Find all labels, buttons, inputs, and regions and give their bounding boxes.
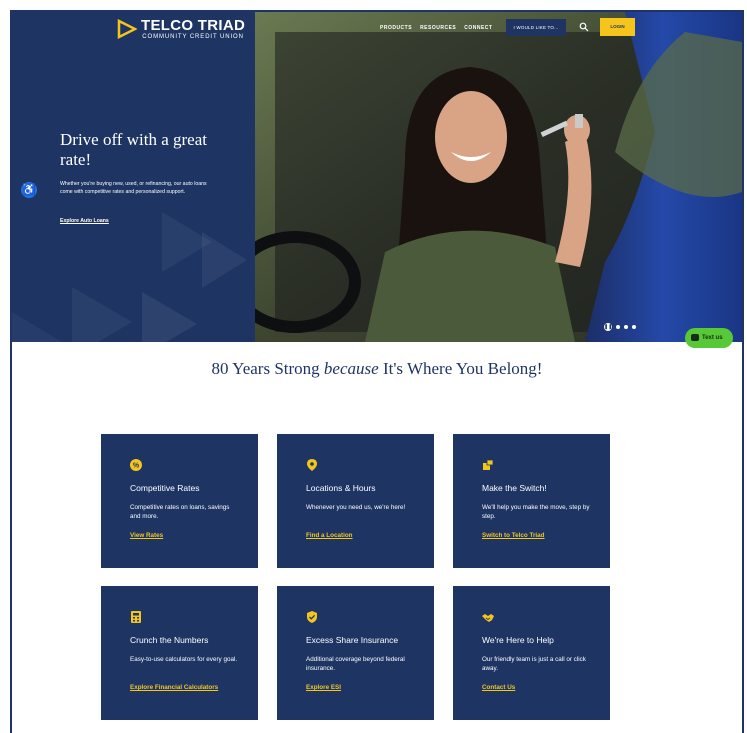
page-frame: TELCO TRIAD COMMUNITY CREDIT UNION Drive… [10,10,744,733]
switch-boxes-icon [483,459,494,470]
card-description: Whenever you need us, we're here! [306,504,406,511]
location-pin-icon [307,459,317,471]
contact-us-link[interactable]: Contact Us [482,684,515,691]
section-headline: 80 Years Strong because It's Where You B… [197,359,557,378]
login-button[interactable]: LOGIN [600,18,635,36]
carousel-dot[interactable] [624,325,628,329]
site-logo[interactable]: TELCO TRIAD COMMUNITY CREDIT UNION [117,18,245,40]
card-title: Make the Switch! [482,483,547,493]
nav-products[interactable]: PRODUCTS [380,25,412,31]
card-make-the-switch: Make the Switch! We'll help you make the… [453,434,610,568]
card-excess-share-insurance: Excess Share Insurance Additional covera… [277,586,434,720]
percent-icon: % [130,459,142,471]
accessibility-icon[interactable]: ♿ [21,182,37,198]
text-us-label: Text us [702,335,723,341]
card-competitive-rates: % Competitive Rates Competitive rates on… [101,434,258,568]
decor-triangle [72,287,132,342]
card-description: Competitive rates on loans, savings and … [130,504,230,520]
carousel-dot[interactable] [632,325,636,329]
explore-esi-link[interactable]: Explore ESI [306,684,341,691]
decor-triangle [142,292,197,342]
explore-auto-loans-link[interactable]: Explore Auto Loans [60,218,109,224]
hero-section: TELCO TRIAD COMMUNITY CREDIT UNION Drive… [12,12,742,342]
main-nav: PRODUCTS RESOURCES CONNECT [380,25,492,31]
decor-triangle [202,232,247,288]
card-crunch-numbers: Crunch the Numbers Easy-to-use calculato… [101,586,258,720]
hero-title: Drive off with a great rate! [60,130,207,169]
nav-resources[interactable]: RESOURCES [420,25,456,31]
search-icon[interactable] [579,22,589,32]
card-locations-hours: Locations & Hours Whenever you need us, … [277,434,434,568]
svg-text:%: % [133,462,140,469]
carousel-dot[interactable] [616,325,620,329]
i-would-like-to-button[interactable]: I WOULD LIKE TO... [506,19,566,36]
view-rates-link[interactable]: View Rates [130,532,163,539]
calculator-icon [131,611,141,623]
hero-photo [255,12,742,342]
headline-part: It's Where You Belong! [378,359,543,378]
card-description: Easy-to-use calculators for every goal. [130,656,238,663]
headline-emphasis: because [323,359,379,378]
card-here-to-help: We're Here to Help Our friendly team is … [453,586,610,720]
handshake-icon [482,614,494,622]
woman-in-car-illustration [255,12,742,342]
card-title: Crunch the Numbers [130,635,209,645]
card-title: We're Here to Help [482,635,554,645]
triad-logo-icon [117,19,137,39]
switch-link[interactable]: Switch to Telco Triad [482,532,545,539]
hero-text-panel: TELCO TRIAD COMMUNITY CREDIT UNION Drive… [12,12,255,342]
chat-bubble-icon [691,334,699,341]
carousel-controls: ❚❚ [604,323,636,331]
brand-subtitle: COMMUNITY CREDIT UNION [142,34,244,40]
nav-connect[interactable]: CONNECT [464,25,492,31]
brand-name: TELCO TRIAD [141,17,246,34]
find-location-link[interactable]: Find a Location [306,532,353,539]
decor-triangle [12,312,62,342]
headline-part: 80 Years Strong [211,359,324,378]
financial-calculators-link[interactable]: Explore Financial Calculators [130,684,218,691]
card-title: Competitive Rates [130,483,200,493]
card-description: We'll help you make the move, step by st… [482,504,590,520]
shield-check-icon [307,611,317,623]
card-title: Locations & Hours [306,483,376,493]
hero-description: Whether you're buying new, used, or refi… [60,181,207,195]
card-description: Additional coverage beyond federal insur… [306,656,405,672]
card-title: Excess Share Insurance [306,635,399,645]
pause-icon[interactable]: ❚❚ [604,323,612,331]
text-us-button[interactable]: Text us [685,328,733,348]
card-description: Our friendly team is just a call or clic… [482,656,586,672]
